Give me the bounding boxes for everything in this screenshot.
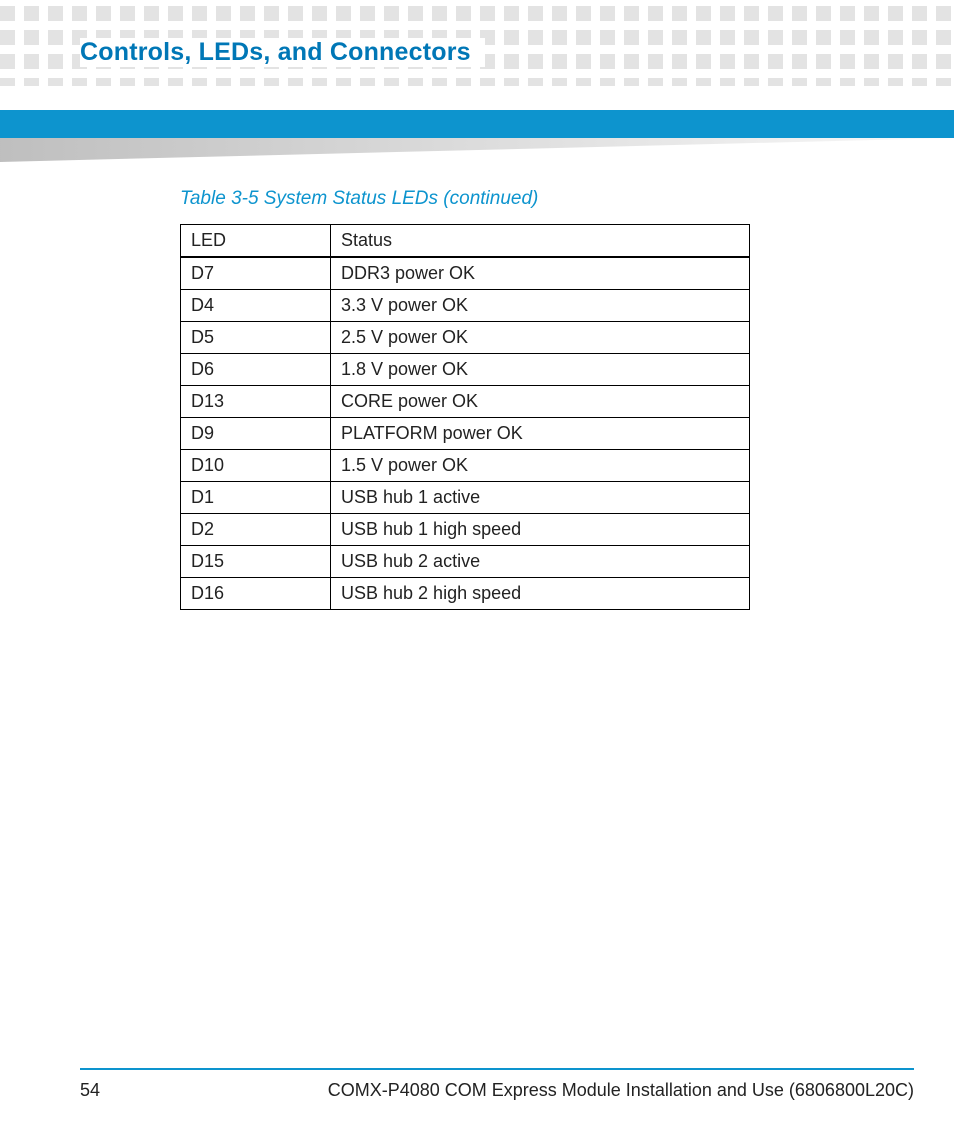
cell-status: PLATFORM power OK xyxy=(331,418,750,450)
cell-status: DDR3 power OK xyxy=(331,257,750,290)
header-wedge-shadow xyxy=(0,138,954,162)
section-title: Controls, LEDs, and Connectors xyxy=(80,38,485,67)
cell-led: D16 xyxy=(181,578,331,610)
col-header-led: LED xyxy=(181,225,331,258)
cell-led: D15 xyxy=(181,546,331,578)
cell-status: USB hub 1 high speed xyxy=(331,514,750,546)
cell-led: D4 xyxy=(181,290,331,322)
table-row: D61.8 V power OK xyxy=(181,354,750,386)
cell-led: D10 xyxy=(181,450,331,482)
table-row: D9PLATFORM power OK xyxy=(181,418,750,450)
cell-led: D13 xyxy=(181,386,331,418)
system-status-led-table: LED Status D7DDR3 power OKD43.3 V power … xyxy=(180,224,750,610)
cell-status: USB hub 2 active xyxy=(331,546,750,578)
cell-led: D5 xyxy=(181,322,331,354)
table-row: D1USB hub 1 active xyxy=(181,482,750,514)
table-row: D43.3 V power OK xyxy=(181,290,750,322)
cell-led: D9 xyxy=(181,418,331,450)
cell-status: 3.3 V power OK xyxy=(331,290,750,322)
cell-status: USB hub 1 active xyxy=(331,482,750,514)
cell-status: USB hub 2 high speed xyxy=(331,578,750,610)
header-blue-bar xyxy=(0,110,954,138)
cell-status: 1.8 V power OK xyxy=(331,354,750,386)
table-caption: Table 3-5 System Status LEDs (continued) xyxy=(180,188,820,210)
cell-led: D6 xyxy=(181,354,331,386)
footer-rule xyxy=(80,1068,914,1070)
cell-status: 1.5 V power OK xyxy=(331,450,750,482)
table-header-row: LED Status xyxy=(181,225,750,258)
cell-led: D2 xyxy=(181,514,331,546)
table-row: D15USB hub 2 active xyxy=(181,546,750,578)
table-row: D52.5 V power OK xyxy=(181,322,750,354)
table-row: D16USB hub 2 high speed xyxy=(181,578,750,610)
cell-led: D1 xyxy=(181,482,331,514)
table-row: D13CORE power OK xyxy=(181,386,750,418)
table-row: D2USB hub 1 high speed xyxy=(181,514,750,546)
cell-led: D7 xyxy=(181,257,331,290)
table-row: D7DDR3 power OK xyxy=(181,257,750,290)
cell-status: 2.5 V power OK xyxy=(331,322,750,354)
table-row: D101.5 V power OK xyxy=(181,450,750,482)
col-header-status: Status xyxy=(331,225,750,258)
doc-title: COMX-P4080 COM Express Module Installati… xyxy=(328,1080,914,1101)
page-number: 54 xyxy=(80,1080,100,1101)
cell-status: CORE power OK xyxy=(331,386,750,418)
